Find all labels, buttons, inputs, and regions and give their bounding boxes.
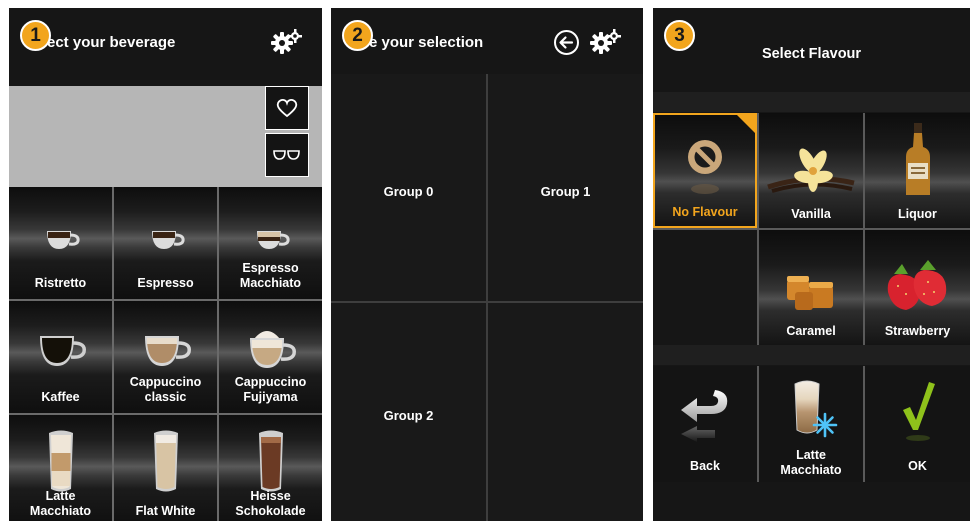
back-arrow-circle-icon[interactable] <box>553 29 580 56</box>
back-curved-arrow-icon <box>681 390 728 442</box>
beverage-tile[interactable]: Kaffee <box>9 301 112 413</box>
beverage-label: Kaffee <box>41 390 80 404</box>
step-badge: 3 <box>664 20 695 51</box>
cappuccino-foam-cup-icon <box>249 331 296 368</box>
beverage-tile[interactable]: Cappuccino Fujiyama <box>219 301 322 413</box>
beverage-label: Espresso <box>137 276 194 290</box>
flavour-tile[interactable]: Strawberry <box>865 230 970 345</box>
flavour-grid: No Flavour Vanilla Liquor Caramel Strawberry <box>653 113 970 345</box>
group-label: Group 2 <box>383 408 434 423</box>
back-button[interactable]: Back <box>653 366 757 482</box>
flavour-empty-cell <box>653 230 757 345</box>
small-espresso-cup-icon <box>151 231 185 249</box>
beverage-label: Flat White <box>135 504 196 518</box>
flavour-tile[interactable]: Vanilla <box>759 113 863 228</box>
panel-header: 3 Select Flavour <box>653 8 970 74</box>
beverage-label: Cappuccino classic <box>129 375 202 404</box>
flavour-tile[interactable]: No Flavour <box>653 113 757 228</box>
selected-corner-marker <box>737 115 755 133</box>
step-badge: 1 <box>20 20 51 51</box>
beverage-label: Espresso Macchiato <box>239 261 302 290</box>
panel-header: 2 e your selection <box>331 8 643 74</box>
beverage-tile[interactable]: Latte Macchiato <box>9 415 112 521</box>
beverage-label: Ristretto <box>34 276 87 290</box>
group-1-button[interactable]: Group 1 <box>488 74 643 301</box>
flavour-label: Liquor <box>898 207 937 221</box>
settings-gear-icon[interactable] <box>589 28 623 54</box>
panel-title: e your selection <box>369 34 484 51</box>
panel-title: ect your beverage <box>47 34 176 51</box>
group-empty-cell <box>488 303 643 521</box>
vanilla-icon <box>767 148 855 193</box>
beverage-label: Cappuccino Fujiyama <box>234 375 307 404</box>
flavour-tile[interactable]: Liquor <box>865 113 970 228</box>
divider-strip <box>653 345 970 365</box>
panel-title: Select Flavour <box>761 46 862 62</box>
beverage-label: Heisse Schokolade <box>235 489 306 518</box>
favorites-area <box>9 86 322 187</box>
two-cups-icon <box>273 150 300 160</box>
flavour-label: No Flavour <box>672 205 738 219</box>
group-selection-panel: 2 e your selection Group 0 Group 1 Group… <box>331 8 643 521</box>
cappuccino-cup-icon <box>144 336 191 366</box>
strawberry-icon <box>887 260 946 310</box>
beverage-tile[interactable]: Ristretto <box>9 187 112 299</box>
flavour-label: Caramel <box>786 324 836 338</box>
step-badge: 2 <box>342 20 373 51</box>
liquor-bottle-icon <box>905 123 930 195</box>
divider-strip <box>653 92 970 112</box>
flavour-label: Strawberry <box>884 324 951 338</box>
no-flavour-icon <box>688 140 722 194</box>
flavour-tile[interactable]: Caramel <box>759 230 863 345</box>
group-0-button[interactable]: Group 0 <box>331 74 486 301</box>
group-label: Group 1 <box>540 184 591 199</box>
back-label: Back <box>690 459 720 473</box>
beverage-grid: Ristretto Espresso Espresso Macchiato Kaffee… <box>9 187 322 521</box>
latte-iced-icon <box>794 380 838 438</box>
ok-button[interactable]: OK <box>865 366 970 482</box>
flat-white-glass-icon <box>153 430 178 492</box>
flavour-label: Vanilla <box>791 207 831 221</box>
settings-gear-icon[interactable] <box>270 28 304 54</box>
group-grid: Group 0 Group 1 Group 2 <box>331 74 643 521</box>
flavour-selection-panel: 3 Select Flavour No Flavour Vanilla Liquor… <box>653 8 970 521</box>
beverage-tile[interactable]: Heisse Schokolade <box>219 415 322 521</box>
chocolate-glass-icon <box>258 430 283 492</box>
latte-glass-icon <box>48 430 73 492</box>
caramel-icon <box>787 276 833 310</box>
favorite-button[interactable] <box>265 86 309 130</box>
green-checkmark-icon <box>903 382 935 441</box>
beverage-tile[interactable]: Flat White <box>114 415 217 521</box>
double-cup-button[interactable] <box>265 133 309 177</box>
beverage-tile[interactable]: Espresso Macchiato <box>219 187 322 299</box>
drink-label: Latte Macchiato <box>780 448 842 477</box>
ok-label: OK <box>908 459 927 473</box>
beverage-label: Latte Macchiato <box>29 489 92 518</box>
beverage-tile[interactable]: Cappuccino classic <box>114 301 217 413</box>
macchiato-cup-icon <box>256 231 290 249</box>
group-label: Group 0 <box>383 184 434 199</box>
heart-icon <box>276 98 298 118</box>
beverage-tile[interactable]: Espresso <box>114 187 217 299</box>
group-2-button[interactable]: Group 2 <box>331 303 486 521</box>
beverage-selection-panel: 1 ect your beverage Ristretto Espresso E… <box>9 8 322 521</box>
coffee-cup-icon <box>39 336 86 366</box>
selected-drink-preview: Latte Macchiato <box>759 366 863 482</box>
action-bar: Back Latte Macchiato OK <box>653 366 970 482</box>
small-espresso-cup-icon <box>46 231 80 249</box>
panel-header: 1 ect your beverage <box>9 8 322 74</box>
